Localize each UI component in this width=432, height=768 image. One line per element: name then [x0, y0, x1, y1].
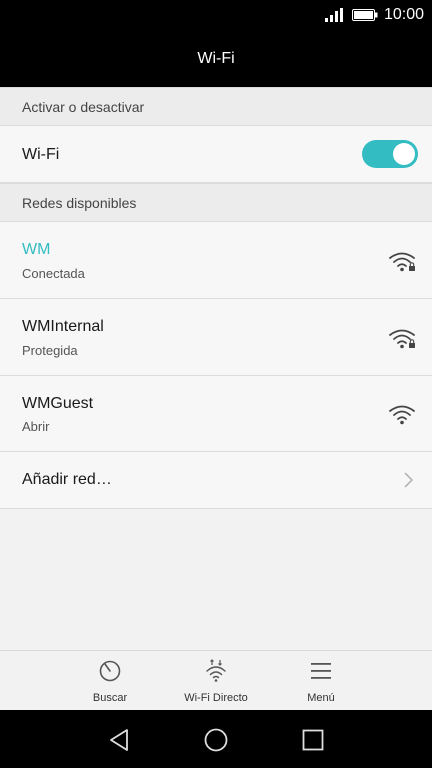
network-status: Conectada [22, 266, 85, 281]
toggle-knob [393, 143, 415, 165]
battery-icon [352, 9, 378, 21]
wifi-icon [389, 405, 415, 425]
section-header-label: Redes disponibles [22, 195, 137, 211]
signal-icon [325, 8, 343, 22]
network-item-wminternal[interactable]: WMInternal Protegida [0, 299, 432, 376]
section-header-networks: Redes disponibles [0, 183, 432, 222]
network-name: WMGuest [22, 395, 94, 412]
wifi-direct-icon [206, 659, 226, 682]
network-status: Protegida [22, 343, 78, 358]
clock: 10:00 [383, 6, 424, 23]
recents-icon[interactable] [302, 729, 324, 751]
add-network-label: Añadir red… [22, 471, 112, 488]
network-name: WM [22, 241, 51, 258]
tab-buscar[interactable]: Buscar [55, 651, 165, 711]
menu-icon [311, 663, 331, 679]
status-bar: 10:00 [0, 0, 432, 32]
system-nav-bar [0, 710, 432, 768]
network-name: WMInternal [22, 318, 104, 335]
add-network-item[interactable]: Añadir red… [0, 452, 432, 509]
wifi-locked-icon [389, 252, 415, 272]
tab-label: Menú [307, 692, 335, 704]
tab-wifi-direct[interactable]: Wi-Fi Directo [161, 651, 271, 711]
wifi-toggle-switch[interactable] [362, 140, 418, 168]
app-bar: Wi-Fi [0, 32, 432, 88]
bottom-toolbar: Buscar Wi-Fi Directo Menú [0, 650, 432, 710]
chevron-right-icon [404, 472, 414, 488]
network-item-wmguest[interactable]: WMGuest Abrir [0, 376, 432, 452]
wifi-toggle-label: Wi-Fi [22, 146, 60, 163]
home-icon[interactable] [204, 728, 228, 752]
scan-icon [99, 660, 121, 682]
wifi-locked-icon [389, 329, 415, 349]
network-status: Abrir [22, 419, 50, 434]
section-header-label: Activar o desactivar [22, 99, 145, 115]
network-item-wm[interactable]: WM Conectada [0, 222, 432, 299]
page-title: Wi-Fi [197, 50, 235, 67]
tab-menu[interactable]: Menú [266, 651, 376, 711]
back-icon[interactable] [108, 728, 130, 752]
section-header-toggle: Activar o desactivar [0, 87, 432, 126]
tab-label: Buscar [92, 692, 128, 704]
tab-label: Wi-Fi Directo [184, 692, 248, 704]
